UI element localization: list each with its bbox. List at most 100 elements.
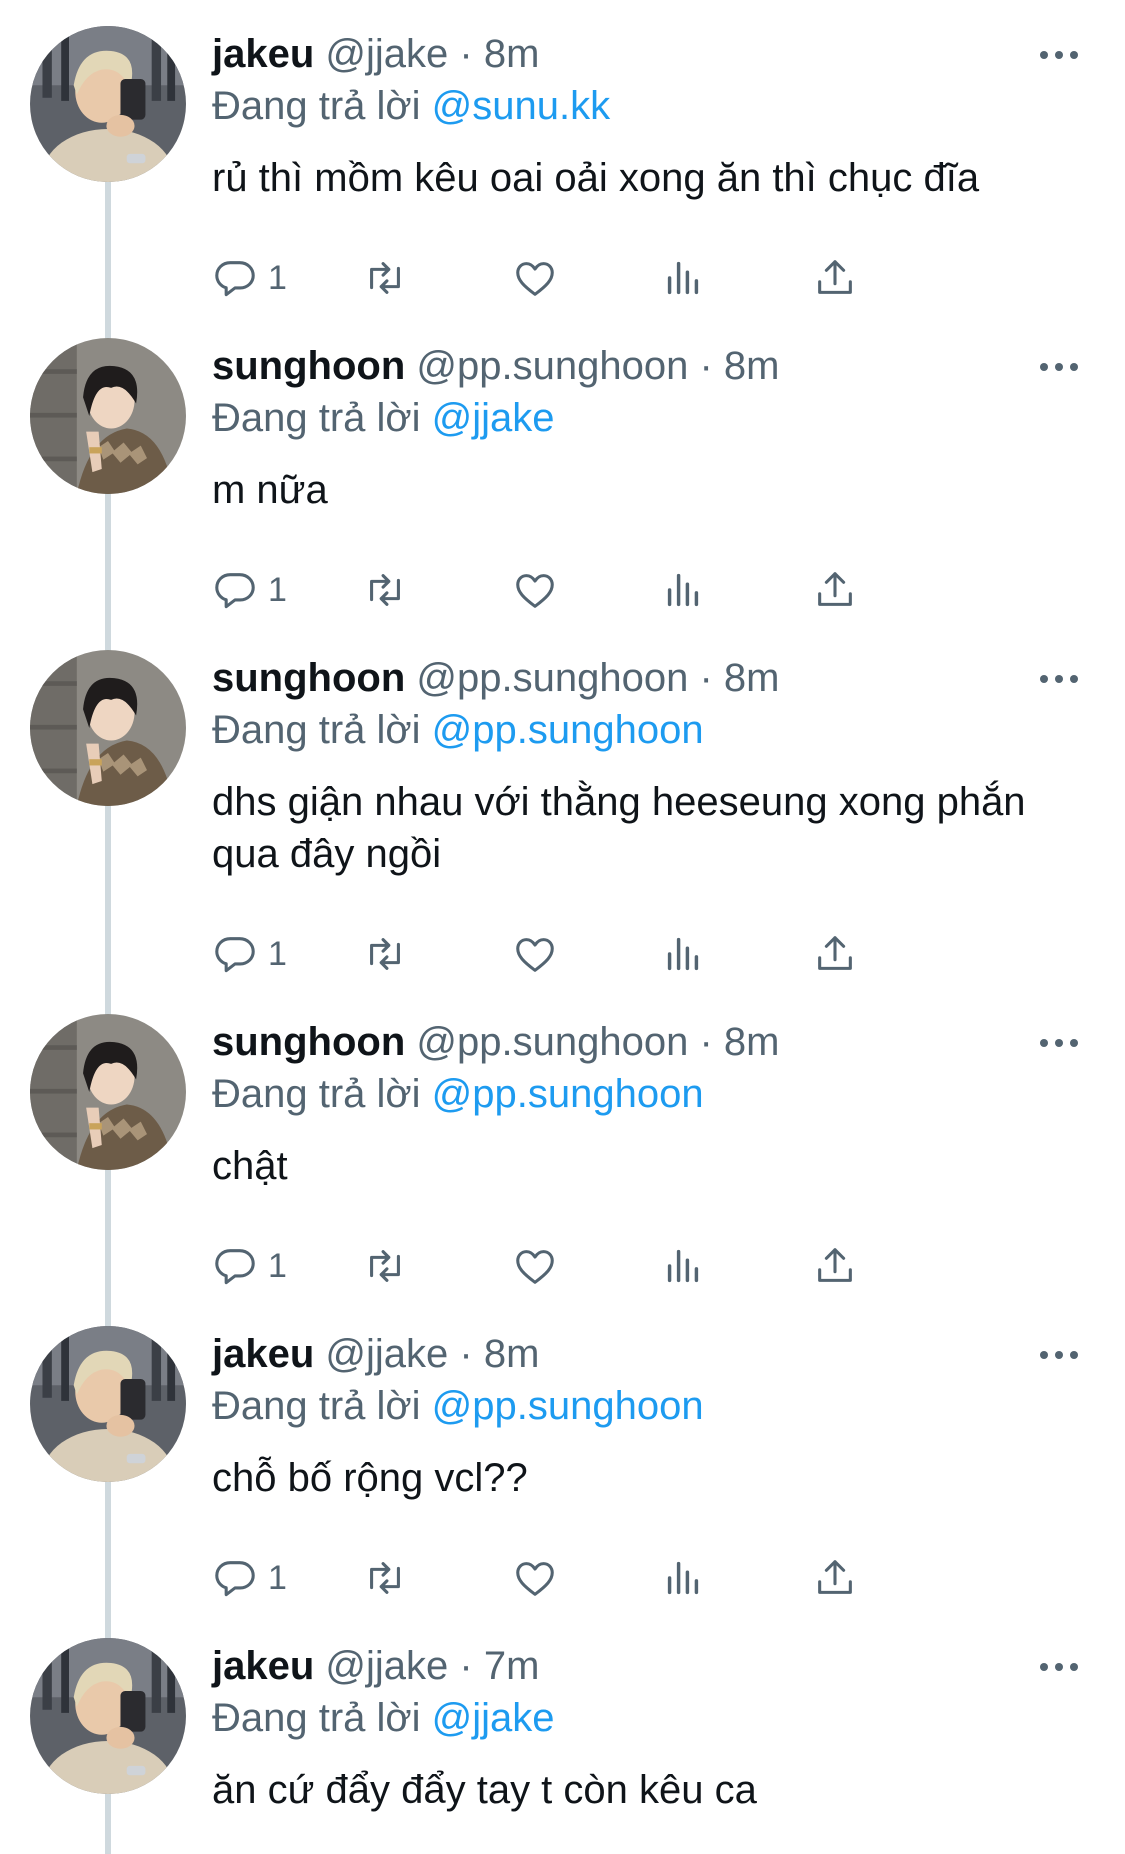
retweet-button[interactable] <box>362 1554 408 1602</box>
timestamp[interactable]: 8m <box>484 1332 540 1376</box>
reply-thread: jakeu @jjake · 8m Đang trả lời @sunu.kk rủ… <box>0 0 1125 1854</box>
mention-link[interactable]: @pp.sunghoon <box>432 708 704 752</box>
separator-dot: · <box>459 1644 473 1688</box>
more-icon[interactable] <box>1040 1656 1080 1676</box>
tweet-text: chật <box>212 1144 288 1188</box>
reply-icon <box>212 567 258 613</box>
retweet-button[interactable] <box>362 254 408 302</box>
share-icon <box>812 1243 858 1289</box>
timestamp[interactable]: 8m <box>484 32 540 76</box>
mention-link[interactable]: @pp.sunghoon <box>432 1384 704 1428</box>
retweet-icon <box>362 1555 408 1601</box>
share-button[interactable] <box>812 566 858 614</box>
avatar[interactable] <box>30 1014 186 1170</box>
display-name[interactable]: sunghoon <box>212 1020 405 1064</box>
tweet[interactable]: jakeu @jjake · 8m Đang trả lời @sunu.kk rủ… <box>0 0 1125 312</box>
analytics-icon <box>660 567 706 613</box>
avatar[interactable] <box>30 338 186 494</box>
share-button[interactable] <box>812 1554 858 1602</box>
timestamp[interactable]: 8m <box>724 656 780 700</box>
like-button[interactable] <box>512 1554 558 1602</box>
reply-count: 1 <box>268 1558 287 1597</box>
retweet-icon <box>362 1243 408 1289</box>
separator-dot: · <box>699 1020 713 1064</box>
heart-icon <box>512 1555 558 1601</box>
retweet-button[interactable] <box>362 1242 408 1290</box>
share-button[interactable] <box>812 1242 858 1290</box>
mention-link[interactable]: @sunu.kk <box>432 84 610 128</box>
like-button[interactable] <box>512 254 558 302</box>
display-name[interactable]: jakeu <box>212 1332 314 1376</box>
timestamp[interactable]: 8m <box>724 344 780 388</box>
like-button[interactable] <box>512 566 558 614</box>
tweet-actions: 1 <box>212 254 1012 302</box>
tweet[interactable]: sunghoon @pp.sunghoon · 8m Đang trả lời @… <box>0 988 1125 1300</box>
avatar[interactable] <box>30 650 186 806</box>
tweet-header: jakeu @jjake · 8m <box>212 1328 539 1380</box>
views-button[interactable] <box>660 930 706 978</box>
user-handle[interactable]: @pp.sunghoon <box>416 1020 688 1064</box>
reply-icon <box>212 1243 258 1289</box>
share-button[interactable] <box>812 930 858 978</box>
share-icon <box>812 1555 858 1601</box>
share-button[interactable] <box>812 254 858 302</box>
reply-button[interactable]: 1 <box>212 254 287 302</box>
tweet-header: jakeu @jjake · 8m <box>212 28 539 80</box>
avatar[interactable] <box>30 1638 186 1794</box>
avatar[interactable] <box>30 26 186 182</box>
analytics-icon <box>660 255 706 301</box>
like-button[interactable] <box>512 1242 558 1290</box>
replying-to-label: Đang trả lời <box>212 396 421 440</box>
reply-button[interactable]: 1 <box>212 1242 287 1290</box>
separator-dot: · <box>459 32 473 76</box>
display-name[interactable]: sunghoon <box>212 656 405 700</box>
tweet[interactable]: jakeu @jjake · 8m Đang trả lời @pp.sungho… <box>0 1300 1125 1612</box>
heart-icon <box>512 567 558 613</box>
replying-to-label: Đang trả lời <box>212 1072 421 1116</box>
timestamp[interactable]: 8m <box>724 1020 780 1064</box>
reply-count: 1 <box>268 934 287 973</box>
views-button[interactable] <box>660 1242 706 1290</box>
heart-icon <box>512 1243 558 1289</box>
display-name[interactable]: sunghoon <box>212 344 405 388</box>
separator-dot: · <box>699 656 713 700</box>
more-icon[interactable] <box>1040 1032 1080 1052</box>
like-button[interactable] <box>512 930 558 978</box>
more-icon[interactable] <box>1040 44 1080 64</box>
mention-link[interactable]: @jjake <box>432 1696 555 1740</box>
more-icon[interactable] <box>1040 356 1080 376</box>
share-icon <box>812 255 858 301</box>
user-handle[interactable]: @pp.sunghoon <box>416 656 688 700</box>
reply-button[interactable]: 1 <box>212 1554 287 1602</box>
more-icon[interactable] <box>1040 1344 1080 1364</box>
user-handle[interactable]: @jjake <box>325 1332 448 1376</box>
share-icon <box>812 567 858 613</box>
tweet[interactable]: jakeu @jjake · 7m Đang trả lời @jjake ăn c… <box>0 1612 1125 1854</box>
views-button[interactable] <box>660 254 706 302</box>
reply-button[interactable]: 1 <box>212 566 287 614</box>
heart-icon <box>512 931 558 977</box>
tweet-header: sunghoon @pp.sunghoon · 8m <box>212 652 780 704</box>
more-icon[interactable] <box>1040 668 1080 688</box>
timestamp[interactable]: 7m <box>484 1644 540 1688</box>
views-button[interactable] <box>660 566 706 614</box>
user-handle[interactable]: @jjake <box>325 32 448 76</box>
retweet-button[interactable] <box>362 930 408 978</box>
tweet[interactable]: sunghoon @pp.sunghoon · 8m Đang trả lời @… <box>0 312 1125 624</box>
replying-to-label: Đang trả lời <box>212 1696 421 1740</box>
replying-to: Đang trả lời @pp.sunghoon <box>212 1068 704 1120</box>
mention-link[interactable]: @jjake <box>432 396 555 440</box>
views-button[interactable] <box>660 1554 706 1602</box>
user-handle[interactable]: @jjake <box>325 1644 448 1688</box>
display-name[interactable]: jakeu <box>212 1644 314 1688</box>
retweet-button[interactable] <box>362 566 408 614</box>
reply-icon <box>212 255 258 301</box>
display-name[interactable]: jakeu <box>212 32 314 76</box>
mention-link[interactable]: @pp.sunghoon <box>432 1072 704 1116</box>
tweet[interactable]: sunghoon @pp.sunghoon · 8m Đang trả lời @… <box>0 624 1125 988</box>
analytics-icon <box>660 1555 706 1601</box>
reply-button[interactable]: 1 <box>212 930 287 978</box>
replying-to: Đang trả lời @pp.sunghoon <box>212 704 704 756</box>
avatar[interactable] <box>30 1326 186 1482</box>
user-handle[interactable]: @pp.sunghoon <box>416 344 688 388</box>
